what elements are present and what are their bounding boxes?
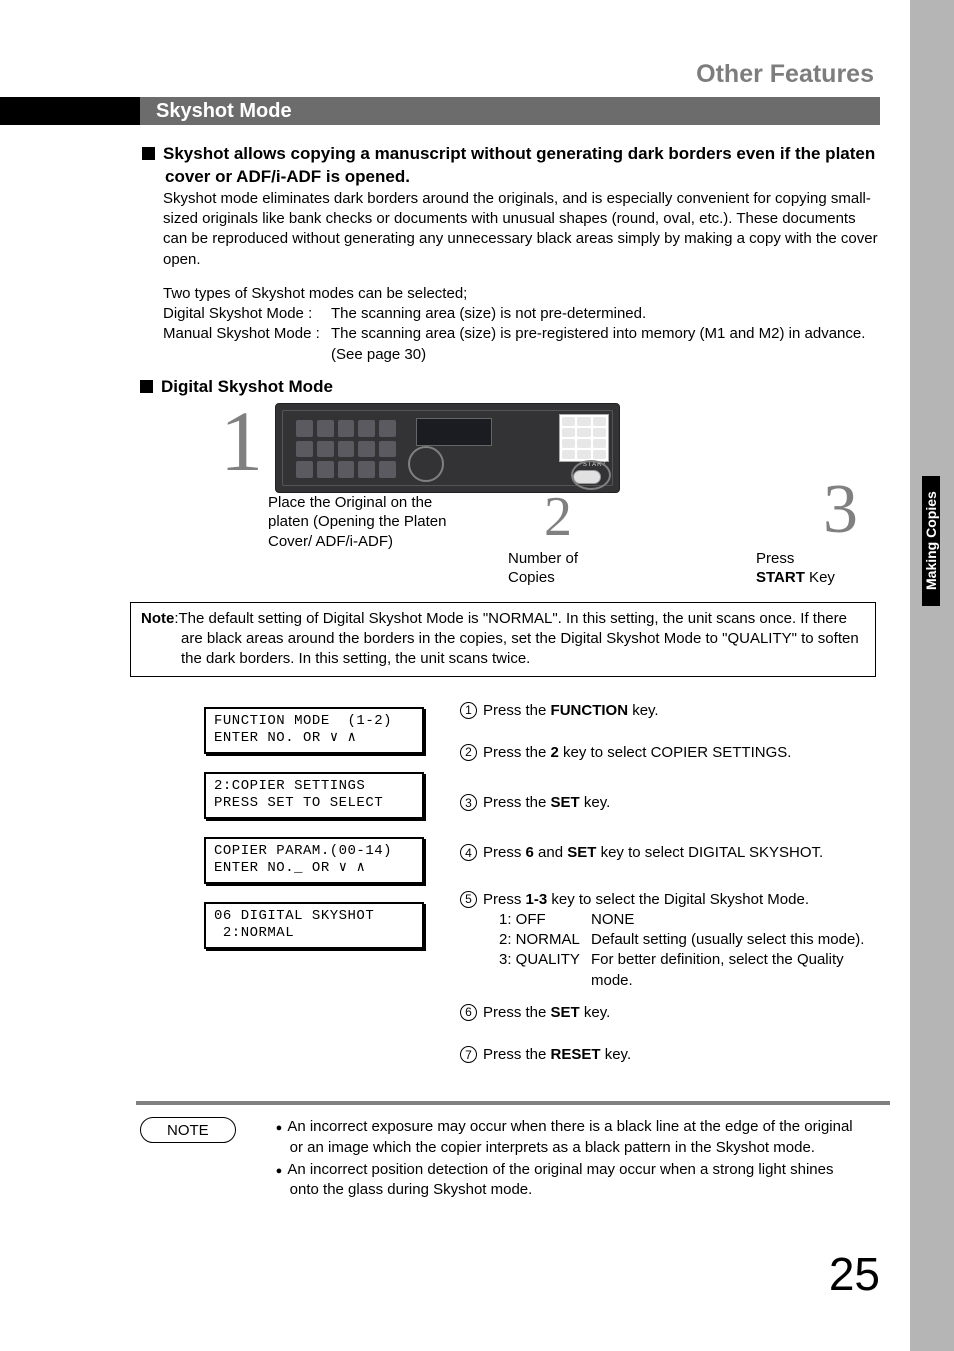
- lcd-screen-1: FUNCTION MODE (1-2) ENTER NO. OR ∨ ∧: [204, 707, 424, 754]
- step-3-text: Press START Key: [668, 549, 878, 588]
- footer-note-list: An incorrect exposure may occur when the…: [276, 1117, 880, 1202]
- lcd-screen-3: COPIER PARAM.(00-14) ENTER NO._ OR ∨ ∧: [204, 837, 424, 884]
- procedure-steps: 1 Press the FUNCTION key. 2 Press the 2 …: [460, 701, 880, 1066]
- digital-mode-desc: The scanning area (size) is not pre-dete…: [331, 304, 880, 324]
- circled-7-icon: 7: [460, 1046, 477, 1063]
- step-2-text: Number of Copies: [488, 549, 628, 588]
- divider-line: [136, 1101, 890, 1105]
- section-title-bar: Skyshot Mode: [140, 97, 880, 125]
- lcd-column: FUNCTION MODE (1-2) ENTER NO. OR ∨ ∧ 2:C…: [204, 707, 424, 967]
- callout-circle-3: [571, 460, 611, 490]
- lcd-screen-4: 06 DIGITAL SKYSHOT 2:NORMAL: [204, 902, 424, 949]
- bullet-square-icon: [140, 380, 153, 393]
- manual-mode-desc: The scanning area (size) is pre-register…: [331, 324, 880, 365]
- side-tab-making-copies: Making Copies: [922, 476, 940, 606]
- keypad-icon: [559, 414, 609, 462]
- mode-list: Digital Skyshot Mode : The scanning area…: [163, 304, 880, 365]
- circled-3-icon: 3: [460, 794, 477, 811]
- step-number-1: 1: [220, 403, 263, 480]
- mode-off: 1: OFF: [499, 910, 591, 930]
- footer-note-2: An incorrect position detection of the o…: [276, 1160, 860, 1201]
- manual-mode-label: Manual Skyshot Mode: [163, 325, 311, 342]
- types-intro: Two types of Skyshot modes can be select…: [163, 284, 880, 304]
- mode-quality: 3: QUALITY: [499, 950, 591, 991]
- bullet-square-icon: [142, 147, 155, 160]
- circled-5-icon: 5: [460, 891, 477, 908]
- mode-normal: 2: NORMAL: [499, 930, 591, 950]
- right-margin-bar: [910, 0, 954, 1351]
- circled-4-icon: 4: [460, 844, 477, 861]
- circled-2-icon: 2: [460, 744, 477, 761]
- note-label-oval: NOTE: [140, 1117, 236, 1143]
- page-header-title: Other Features: [140, 60, 874, 89]
- callout-circle-2: [408, 446, 444, 482]
- page-number: 25: [829, 1247, 880, 1301]
- circled-6-icon: 6: [460, 1004, 477, 1021]
- lcd-screen-2: 2:COPIER SETTINGS PRESS SET TO SELECT: [204, 772, 424, 819]
- intro-body: Skyshot mode eliminates dark borders aro…: [163, 189, 880, 270]
- circled-1-icon: 1: [460, 702, 477, 719]
- note-box: Note:The default setting of Digital Skys…: [130, 602, 876, 677]
- control-panel-illustration: START: [275, 403, 620, 493]
- step-number-2: 2: [488, 489, 628, 545]
- intro-heading: Skyshot allows copying a manuscript with…: [142, 143, 880, 189]
- section-bar-stub: [0, 97, 140, 125]
- step-1-text: Place the Original on the platen (Openin…: [268, 493, 448, 552]
- step-number-3: 3: [668, 475, 878, 545]
- digital-mode-label: Digital Skyshot Mode: [163, 305, 304, 322]
- footer-note-1: An incorrect exposure may occur when the…: [276, 1117, 860, 1158]
